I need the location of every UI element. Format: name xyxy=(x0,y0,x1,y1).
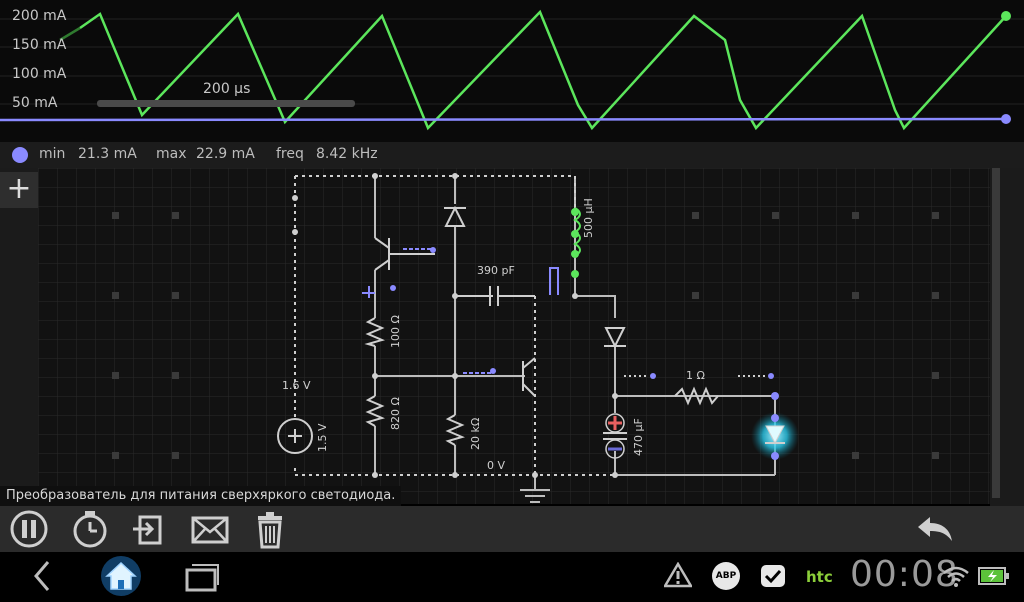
trash-icon xyxy=(258,512,282,549)
undo-button[interactable] xyxy=(914,509,956,549)
probe-color-dot xyxy=(12,147,28,163)
resistor-20k-label: 20 kΩ xyxy=(469,417,482,450)
recent-apps-icon xyxy=(185,564,219,592)
y-label-50: 50 mA xyxy=(12,95,58,111)
warning-icon xyxy=(662,561,694,592)
battery-label: 1.5 V xyxy=(316,423,329,452)
stopwatch-icon xyxy=(73,511,107,548)
htc-logo: htc xyxy=(806,568,833,586)
mail-button[interactable] xyxy=(190,509,230,549)
circuit-description: Преобразователь для питания сверхяркого … xyxy=(0,486,402,506)
voltage-trace-end xyxy=(1001,114,1011,124)
checkmark-icon xyxy=(760,564,786,592)
export-icon xyxy=(133,515,162,545)
circuit-schematic xyxy=(38,168,990,504)
battery-charging-icon xyxy=(978,566,1010,590)
resistor-100-label: 100 Ω xyxy=(389,315,402,348)
bottom-toolbar xyxy=(0,506,1024,552)
ground-voltage-label: 0 V xyxy=(487,459,506,472)
measurement-bar: min 21.3 mA max 22.9 mA freq 8.42 kHz xyxy=(0,142,1024,168)
right-sidebar xyxy=(990,168,1024,552)
capacitor-390-label: 390 pF xyxy=(477,264,515,277)
scope-traces xyxy=(0,9,1024,131)
wifi-icon xyxy=(942,564,970,592)
resistor-1-label: 1 Ω xyxy=(686,369,705,382)
adblock-icon: ABP xyxy=(712,562,740,590)
pause-icon xyxy=(10,510,48,548)
back-button[interactable] xyxy=(28,558,56,598)
mail-icon xyxy=(191,516,229,544)
home-icon xyxy=(101,556,141,596)
y-label-100: 100 mA xyxy=(12,66,67,82)
time-scale-label: 200 µs xyxy=(203,81,251,97)
recent-apps-button[interactable] xyxy=(184,558,220,598)
voltage-trace xyxy=(0,117,1007,122)
time-scale-slider[interactable] xyxy=(97,100,355,107)
back-arrow-icon xyxy=(34,561,50,591)
stopwatch-button[interactable] xyxy=(70,509,110,549)
freq-label: freq xyxy=(276,146,304,162)
min-value: 21.3 mA xyxy=(78,146,137,162)
add-component-button[interactable]: + xyxy=(0,172,38,208)
pause-button[interactable] xyxy=(9,509,49,549)
plus-icon: + xyxy=(6,171,32,206)
inductor-label: 500 µH xyxy=(582,198,595,238)
y-label-200: 200 mA xyxy=(12,8,67,24)
delete-button[interactable] xyxy=(250,509,290,549)
capacitor-470-label: 470 µF xyxy=(632,418,645,456)
max-label: max xyxy=(156,146,187,162)
current-trace-end xyxy=(1001,11,1011,21)
circuit-canvas[interactable]: 390 pF 500 µH 100 Ω 820 Ω 20 kΩ 1 Ω 470 … xyxy=(38,168,990,504)
resistor-820-label: 820 Ω xyxy=(389,397,402,430)
export-button[interactable] xyxy=(130,509,170,549)
current-trace xyxy=(79,9,1007,131)
max-value: 22.9 mA xyxy=(196,146,255,162)
scroll-handle[interactable] xyxy=(992,168,1000,498)
undo-icon xyxy=(918,517,952,541)
min-label: min xyxy=(39,146,66,162)
freq-value: 8.42 kHz xyxy=(316,146,378,162)
node-voltage-label: 1.6 V xyxy=(282,379,311,392)
y-label-150: 150 mA xyxy=(12,37,67,53)
oscilloscope-panel[interactable]: 200 mA 150 mA 100 mA 50 mA 200 µs xyxy=(0,0,1024,142)
home-button[interactable] xyxy=(100,554,142,602)
